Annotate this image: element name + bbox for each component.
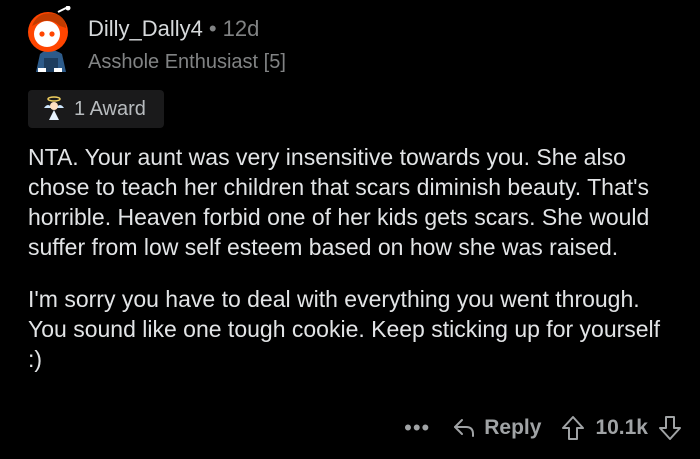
comment-header: Dilly_Dally4 • 12d Asshole Enthusiast [5] — [22, 6, 682, 73]
award-label: 1 Award — [74, 97, 146, 120]
reply-arrow-icon — [452, 417, 476, 439]
author-line: Dilly_Dally4 • 12d — [88, 16, 259, 42]
comment-age: 12d — [222, 16, 260, 41]
comment: Dilly_Dally4 • 12d Asshole Enthusiast [5] … — [0, 0, 700, 459]
award-chip[interactable]: 1 Award — [28, 90, 164, 128]
comment-actions: ••• Reply 10.1k — [404, 412, 682, 444]
reply-label: Reply — [484, 416, 542, 439]
vote-controls: 10.1k — [561, 415, 682, 441]
snoo-avatar-icon — [28, 6, 71, 72]
meta-separator: • — [208, 16, 217, 41]
more-options-button[interactable]: ••• — [404, 417, 430, 439]
avatar[interactable] — [22, 6, 78, 72]
vote-score: 10.1k — [595, 416, 648, 439]
comment-body: NTA. Your aunt was very insensitive towa… — [28, 142, 678, 396]
upvote-arrow-icon[interactable] — [561, 415, 585, 441]
angel-award-icon — [42, 96, 66, 122]
author-name[interactable]: Dilly_Dally4 — [88, 16, 203, 41]
reply-button[interactable]: Reply — [452, 416, 541, 440]
comment-paragraph: I'm sorry you have to deal with everythi… — [28, 286, 661, 372]
downvote-arrow-icon[interactable] — [658, 415, 682, 441]
user-flair: Asshole Enthusiast [5] — [88, 51, 286, 73]
comment-paragraph: NTA. Your aunt was very insensitive towa… — [28, 144, 650, 260]
